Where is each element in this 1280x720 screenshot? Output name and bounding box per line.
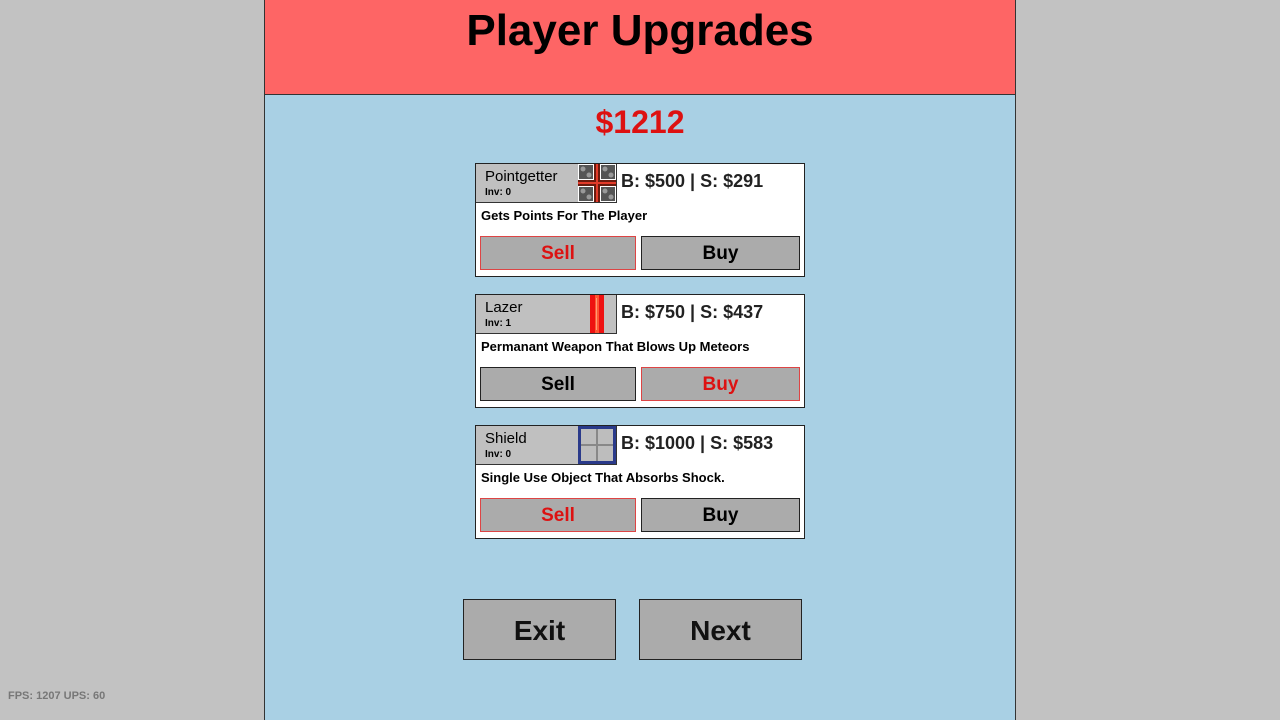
buy-button[interactable]: Buy [641,367,800,401]
header-bar: Player Upgrades [265,0,1015,95]
upgrade-price: B: $500 | S: $291 [621,171,764,191]
lazer-icon [590,295,604,333]
upgrade-price: B: $1000 | S: $583 [621,433,774,453]
fps-counter: FPS: 1207 UPS: 60 [8,690,106,702]
page-title: Player Upgrades [466,6,814,55]
upgrade-name: Pointgetter [485,168,558,185]
upgrade-description: Permanant Weapon That Blows Up Meteors [481,339,750,354]
upgrade-card-lazer: Lazer Inv: 1 B: $750 | S: $437 Permanant… [475,294,805,408]
upgrade-name-box: Lazer Inv: 1 [476,295,617,334]
exit-button[interactable]: Exit [463,599,616,660]
upgrade-name: Lazer [485,299,523,316]
upgrade-description: Single Use Object That Absorbs Shock. [481,470,725,485]
sell-button[interactable]: Sell [480,498,636,532]
upgrade-screen: Player Upgrades $1212 Pointgetter Inv: 0 [264,0,1016,720]
buy-button[interactable]: Buy [641,236,800,270]
buy-button[interactable]: Buy [641,498,800,532]
next-button[interactable]: Next [639,599,802,660]
sell-button[interactable]: Sell [480,236,636,270]
upgrade-inventory-count: Inv: 0 [485,449,512,460]
money-display: $1212 [595,104,685,140]
upgrade-inventory-count: Inv: 1 [485,318,512,329]
upgrade-description: Gets Points For The Player [481,208,648,223]
upgrade-card-pointgetter: Pointgetter Inv: 0 B: $500 | S: $291 Get… [475,163,805,277]
upgrade-price: B: $750 | S: $437 [621,302,764,322]
pointgetter-icon [578,164,616,202]
sell-button[interactable]: Sell [480,367,636,401]
shield-icon [578,426,616,464]
upgrade-inventory-count: Inv: 0 [485,187,512,198]
upgrade-name-box: Shield Inv: 0 [476,426,617,465]
upgrade-name: Shield [485,430,527,447]
upgrade-card-shield: Shield Inv: 0 B: $1000 | S: $583 Single … [475,425,805,539]
upgrade-name-box: Pointgetter Inv: 0 [476,164,617,203]
